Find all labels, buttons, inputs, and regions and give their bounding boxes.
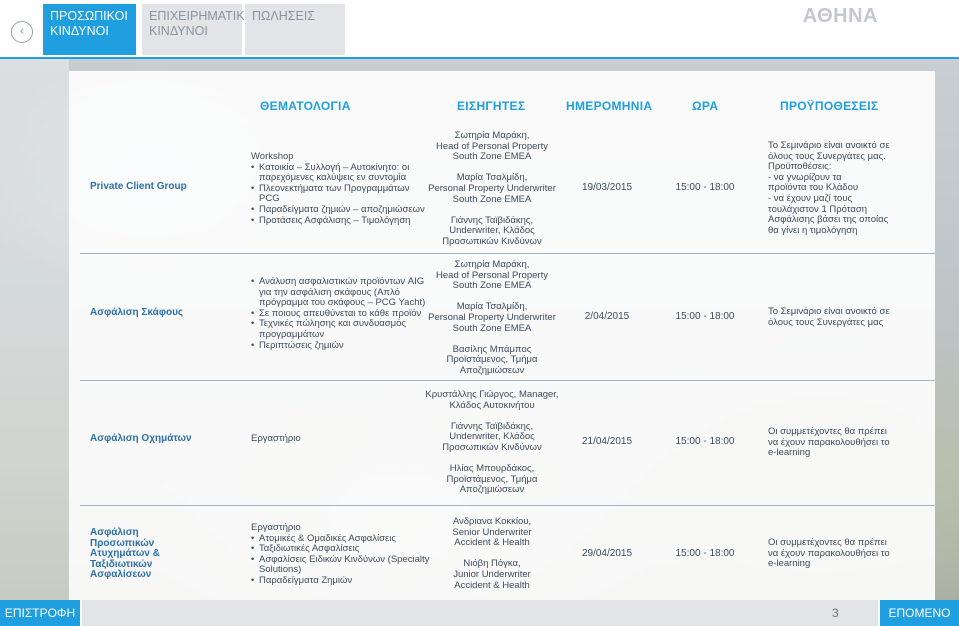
header: ‹ ΠΡΟΣΩΠΙΚΟΙ ΚΙΝΔΥΝΟΙ ΕΠΙΧΕΙΡΗΜΑΤΙΚΟΙ ΚΙ…: [0, 0, 959, 58]
seminar-time: 15:00 - 18:00: [675, 311, 735, 322]
seminar-title: Ασφάλιση Οχημάτων: [90, 433, 192, 444]
topic-item: Ανάλυση ασφαλιστικών προϊόντων AIG για τ…: [251, 276, 431, 309]
chevron-left-icon: ‹: [19, 24, 25, 39]
topic-item: Παραδείγματα ζημιών – αποζημιώσεων: [251, 204, 431, 216]
topic-item: Προτάσεις Ασφάλισης – Τιμολόγηση: [251, 215, 431, 227]
seminar-date: 2/04/2015: [584, 311, 630, 322]
speaker: Νιόβη Πόγκα, Junior Underwriter Accident &…: [453, 558, 531, 591]
tab-sales[interactable]: ΠΩΛΗΣΕΙΣ: [245, 4, 345, 55]
column-header-prerequisites: ΠΡΟΫΠΟΘΕΣΕΙΣ: [780, 99, 879, 113]
tab-label-line2: ΚΙΝΔΥΝΟΙ: [50, 24, 109, 38]
seminar-prerequisites: Το Σεμινάριο είναι ανοικτό σε όλους τους…: [768, 140, 890, 236]
column-header-topics: ΘΕΜΑΤΟΛΟΓΙΑ: [260, 99, 351, 113]
page-number: 3: [832, 606, 839, 620]
back-circle-button[interactable]: ‹: [11, 21, 33, 43]
next-button[interactable]: ΕΠΟΜΕΝΟ: [880, 600, 959, 626]
speaker: Σωτηρία Μαράκη, Head of Personal Property…: [436, 130, 548, 163]
topic-item: Πλεονεκτήματα των Προγραμμάτων PCG: [251, 183, 431, 205]
topic-item: Περιπτώσεις ζημιών: [251, 340, 431, 352]
seminar-prerequisites: Οι συμμετέχοντες θα πρέπει να έχουν παρα…: [768, 537, 890, 570]
seminar-time: 15:00 - 18:00: [675, 182, 735, 193]
speaker: Γιάννης Ταϊβιδάκης, Underwriter, Κλάδος Πρ…: [442, 214, 542, 247]
speaker: Γιάννης Ταϊβιδάκης, Underwriter, Κλάδος Πρ…: [442, 420, 542, 453]
seminar-topics: Εργαστήριο: [251, 433, 431, 445]
seminar-speakers: Σωτηρία Μαράκη, Head of Personal Property…: [425, 130, 559, 248]
seminar-title: Private Client Group: [90, 181, 187, 192]
seminar-time: 15:00 - 18:00: [675, 436, 735, 447]
seminar-title: Ασφάλιση Σκάφους: [90, 307, 184, 318]
back-button[interactable]: ΕΠΙΣΤΡΟΦΗ: [0, 600, 80, 626]
tab-label-line2: ΚΙΝΔΥΝΟΙ: [149, 24, 208, 38]
speaker: Βασίλης Μπάμπος Προϊστάμενος, Τμήμα Αποζημ…: [446, 343, 538, 376]
speaker: Σωτηρία Μαράκη, Head of Personal Property…: [436, 259, 548, 292]
table-row: Ασφάλιση Σκάφους Ανάλυση ασφαλιστικών πρ…: [80, 257, 935, 379]
topic-item: Παραδείγματα Ζημιών: [251, 575, 431, 587]
topic-item: Τεχνικές πώλησης και συνδυασμός προγραμμ…: [251, 319, 431, 340]
column-header-date: ΗΜΕΡΟΜΗΝΙΑ: [566, 99, 653, 113]
seminar-date: 29/04/2015: [581, 548, 633, 559]
table-row: Ασφάλιση Προσωπικών Ατυχημάτων & Ταξιδιω…: [80, 512, 935, 598]
table-row: Private Client Group Workshop Κατοικία –…: [80, 128, 935, 253]
row-divider: [80, 253, 935, 254]
seminar-date: 19/03/2015: [581, 182, 633, 193]
row-divider: [80, 505, 935, 506]
seminar-topics: Ανάλυση ασφαλιστικών προϊόντων AIG για τ…: [251, 276, 431, 352]
row-divider: [80, 380, 935, 381]
city-title: ΑΘΗΝΑ: [802, 5, 878, 27]
speaker: Μαρία Τσαλμίδη, Personal Property Underwr…: [428, 301, 556, 334]
tab-label-line1: ΠΩΛΗΣΕΙΣ: [252, 9, 316, 23]
background-overlay: [0, 59, 69, 600]
seminar-speakers: Κρυστάλλης Γιώργος, Manager, Κλάδος Αυτοκ…: [425, 389, 559, 496]
tab-label-line1: ΠΡΟΣΩΠΙΚΟΙ: [50, 9, 128, 23]
tab-business-risks[interactable]: ΕΠΙΧΕΙΡΗΜΑΤΙΚΟΙ ΚΙΝΔΥΝΟΙ: [142, 4, 258, 55]
seminar-topics: Workshop Κατοικία – Συλλογή – Αυτοκίνητο…: [251, 151, 431, 227]
seminar-speakers: Ανδριανα Κοκκίου, Senior Underwriter Accid…: [425, 516, 559, 591]
column-header-time: ΩΡΑ: [692, 99, 719, 113]
tab-personal-risks[interactable]: ΠΡΟΣΩΠΙΚΟΙ ΚΙΝΔΥΝΟΙ: [43, 4, 136, 55]
topic-item: Κατοικία – Συλλογή – Αυτοκίνητο: οι παρε…: [251, 162, 431, 184]
topic-intro: Εργαστήριο: [251, 433, 301, 444]
footer-bar: [82, 600, 878, 626]
speaker: Ανδριανα Κοκκίου, Senior Underwriter Accid…: [452, 516, 532, 549]
speaker: Μαρία Τσαλμίδη, Personal Property Underwr…: [428, 172, 556, 205]
seminar-topics: Εργαστήριο Ατομικές & Ομαδικές Ασφαλίσει…: [251, 522, 431, 587]
footer: ΕΠΙΣΤΡΟΦΗ 3 ΕΠΟΜΕΝΟ: [0, 600, 959, 626]
column-header-speakers: ΕΙΣΗΓΗΤΕΣ: [457, 99, 526, 113]
seminar-time: 15:00 - 18:00: [675, 548, 735, 559]
table-row: Ασφάλιση Οχημάτων Εργαστήριο Κρυστάλλης …: [80, 386, 935, 504]
speaker: Ηλίας Μπουρδάκος, Προϊστάμενος, Τμήμα Αποζ…: [446, 463, 538, 496]
seminar-prerequisites: Το Σεμινάριο είναι ανοικτό σε όλους τους…: [768, 306, 890, 328]
topic-intro: Εργαστήριο: [251, 522, 301, 533]
seminar-date: 21/04/2015: [581, 436, 633, 447]
tab-label-line1: ΕΠΙΧΕΙΡΗΜΑΤΙΚΟΙ: [149, 9, 258, 23]
seminar-title: Ασφάλιση Προσωπικών Ατυχημάτων & Ταξιδιω…: [90, 527, 160, 581]
speaker: Κρυστάλλης Γιώργος, Manager, Κλάδος Αυτοκ…: [425, 389, 559, 411]
topic-intro: Workshop: [251, 151, 294, 162]
seminar-speakers: Σωτηρία Μαράκη, Head of Personal Property…: [425, 259, 559, 377]
seminar-prerequisites: Οι συμμετέχοντες θα πρέπει να έχουν παρα…: [768, 426, 890, 459]
topic-item: Ασφαλίσεις Ειδικών Κινδύνων (Specialty S…: [251, 554, 431, 576]
